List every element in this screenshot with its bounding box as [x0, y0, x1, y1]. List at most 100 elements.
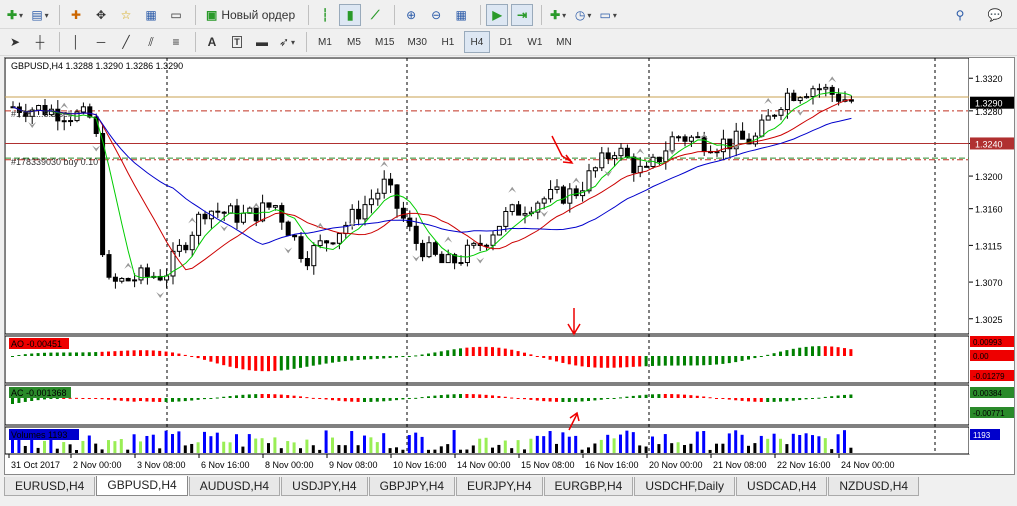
zoom-out-icon[interactable]: ⊖: [425, 4, 447, 26]
volume-bar: [414, 432, 418, 453]
timeframe-m5[interactable]: M5: [341, 31, 367, 53]
ao-bar: [151, 350, 155, 356]
volume-bar: [465, 449, 469, 453]
ac-bar: [311, 397, 315, 399]
new-order-button[interactable]: ▣ Новый ордер: [201, 4, 300, 26]
tab-usdjpy[interactable]: USDJPY,H4: [281, 477, 368, 496]
timeframe-m1[interactable]: M1: [312, 31, 338, 53]
tab-eurusd[interactable]: EURUSD,H4: [4, 477, 96, 496]
ac-bar: [132, 398, 136, 402]
timeframe-h1[interactable]: H1: [435, 31, 461, 53]
ao-bar: [497, 347, 501, 356]
chart-canvas[interactable]: 1.33201.32801.32401.32001.31601.31151.30…: [5, 58, 1015, 475]
tab-gbpjpy[interactable]: GBPJPY,H4: [368, 477, 456, 496]
volume-bar: [286, 441, 290, 453]
volume-bar: [516, 440, 520, 453]
text-tool-icon[interactable]: A: [201, 31, 223, 53]
templates-icon[interactable]: ▭ ▾: [597, 4, 619, 26]
tester-icon[interactable]: ▭: [165, 4, 187, 26]
ao-bar: [113, 351, 117, 356]
ac-bar: [260, 394, 264, 398]
tile-windows-icon[interactable]: ▦: [450, 4, 472, 26]
timeframe-m30[interactable]: M30: [402, 31, 431, 53]
profiles-icon[interactable]: ▤ ▾: [29, 4, 51, 26]
market-watch-icon[interactable]: ✚: [65, 4, 87, 26]
text-label-icon[interactable]: T: [226, 31, 248, 53]
tab-eurjpy[interactable]: EURJPY,H4: [456, 477, 543, 496]
crosshair-icon[interactable]: ┼: [29, 31, 51, 53]
ao-bar: [663, 356, 667, 366]
ao-scale-label: 0.00993: [973, 338, 1002, 347]
candle-body: [202, 213, 208, 220]
tab-audusd[interactable]: AUDUSD,H4: [188, 477, 281, 496]
volume-bar: [779, 438, 782, 453]
timeframe-mn[interactable]: MN: [551, 31, 577, 53]
tab-eurgbp[interactable]: EURGBP,H4: [543, 477, 634, 496]
ao-bar: [529, 354, 533, 356]
zoom-in-icon[interactable]: ⊕: [400, 4, 422, 26]
ac-bar: [215, 397, 219, 399]
bar-chart-icon[interactable]: ┆: [314, 4, 336, 26]
candle-body: [836, 93, 842, 102]
tab-usdchf[interactable]: USDCHF,Daily: [634, 477, 736, 496]
fibonacci-icon[interactable]: ≡: [165, 31, 187, 53]
volume-bar: [107, 440, 110, 453]
candlestick-icon[interactable]: ▮: [339, 4, 362, 26]
ac-bar: [689, 395, 693, 398]
ao-bar: [299, 356, 302, 368]
trendline-icon[interactable]: ╱: [115, 31, 137, 53]
cursor-icon[interactable]: ➤: [4, 31, 26, 53]
date-label: 15 Nov 08:00: [521, 460, 575, 470]
ao-bar: [311, 356, 315, 366]
periods-icon[interactable]: ◷ ▾: [572, 4, 594, 26]
search-icon[interactable]: ⚲: [949, 4, 971, 26]
ao-bar: [734, 356, 738, 363]
tab-usdcad[interactable]: USDCAD,H4: [736, 477, 828, 496]
ac-bar: [369, 398, 373, 402]
date-label: 8 Nov 00:00: [265, 460, 314, 470]
timeframe-h4[interactable]: H4: [463, 31, 490, 53]
timeframe-m15[interactable]: M15: [370, 31, 399, 53]
volume-bar: [267, 443, 270, 453]
chart-shift-icon[interactable]: ⇥: [511, 4, 534, 26]
ac-bar: [196, 398, 200, 400]
ao-bar: [126, 350, 130, 356]
horizontal-line-icon[interactable]: ─: [90, 31, 112, 53]
vertical-line-icon[interactable]: │: [65, 31, 87, 53]
chart-window[interactable]: 1.33201.32801.32401.32001.31601.31151.30…: [4, 57, 1015, 475]
ao-bar: [401, 356, 405, 357]
arrows-icon[interactable]: ➶ ▾: [276, 31, 298, 53]
ac-bar: [555, 398, 558, 402]
volume-bar: [279, 448, 283, 453]
candle-body: [362, 204, 368, 220]
navigator-icon[interactable]: ✥: [90, 4, 112, 26]
timeframe-w1[interactable]: W1: [522, 31, 548, 53]
ao-bar: [107, 351, 110, 356]
ac-bar: [516, 398, 520, 399]
ac-bar: [395, 398, 398, 401]
volume-bar: [75, 449, 78, 453]
ac-bar: [43, 398, 46, 400]
chat-icon[interactable]: 💬: [984, 4, 1006, 26]
shapes-icon[interactable]: ▬: [251, 31, 273, 53]
equidistant-channel-icon[interactable]: ⫽: [140, 31, 162, 53]
date-label: 16 Nov 16:00: [585, 460, 639, 470]
new-chart-icon[interactable]: ✚ ▾: [4, 4, 26, 26]
candle-body: [676, 136, 682, 139]
price-tick-label: 1.3025: [975, 315, 1003, 325]
terminal-icon[interactable]: ▦: [140, 4, 162, 26]
favorites-icon[interactable]: ☆: [115, 4, 137, 26]
candle-body: [548, 188, 554, 200]
ao-bar: [139, 350, 142, 356]
tab-gbpusd[interactable]: GBPUSD,H4: [96, 476, 188, 496]
candle-body: [420, 242, 426, 258]
line-chart-icon[interactable]: ⟋: [364, 4, 386, 26]
tab-nzdusd[interactable]: NZDUSD,H4: [828, 477, 920, 496]
indicators-icon[interactable]: ✚ ▾: [547, 4, 569, 26]
ao-bar: [779, 351, 782, 356]
ao-bar: [43, 352, 46, 356]
order-price-label: 1.3240: [975, 139, 1003, 149]
timeframe-d1[interactable]: D1: [493, 31, 519, 53]
ao-bar: [465, 347, 469, 356]
autoscroll-icon[interactable]: ▶: [486, 4, 509, 26]
